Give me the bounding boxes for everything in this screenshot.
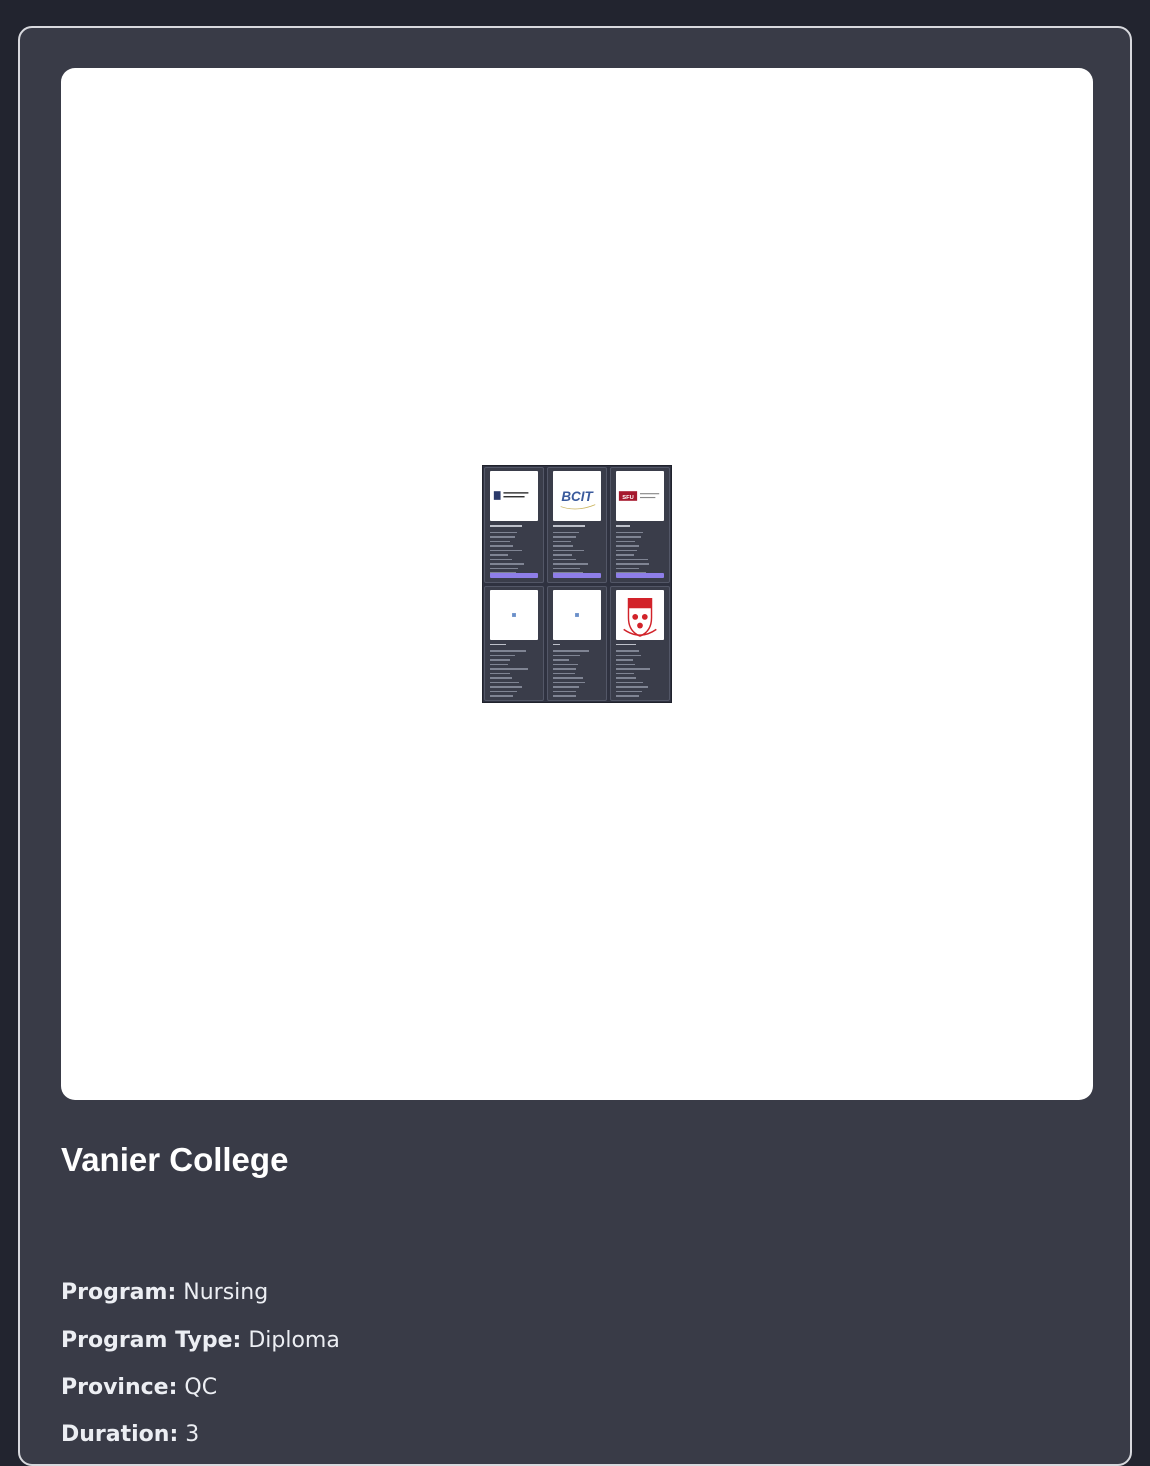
university-name: Vanier College [61, 1141, 289, 1178]
mini-card: BCIT [547, 467, 607, 583]
duration-value: 3 [185, 1422, 200, 1447]
placeholder-logo [553, 589, 601, 640]
province-label: Province: [61, 1375, 178, 1400]
duration-detail: Duration: 3 [61, 1422, 199, 1447]
mini-card [610, 585, 670, 701]
mini-card [484, 467, 544, 583]
placeholder-logo [490, 589, 538, 640]
province-detail: Province: QC [61, 1375, 217, 1400]
svg-text:BCIT: BCIT [561, 489, 594, 504]
university-crest-logo [490, 471, 538, 521]
program-label: Program: [61, 1280, 177, 1305]
province-value: QC [184, 1375, 218, 1400]
mini-card [547, 585, 607, 701]
program-type-value: Diploma [248, 1328, 340, 1353]
mini-card-button [553, 572, 601, 578]
mcgill-crest-logo [616, 589, 664, 640]
university-logo-image: BCIT SFU [61, 68, 1093, 1100]
program-type-detail: Program Type: Diploma [61, 1328, 340, 1353]
bcit-logo: BCIT [553, 471, 601, 521]
logo-thumbnail-screenshot: BCIT SFU [482, 465, 672, 703]
mini-card-button [616, 572, 664, 578]
svg-text:SFU: SFU [622, 495, 634, 501]
program-detail: Program: Nursing [61, 1280, 268, 1305]
duration-label: Duration: [61, 1422, 179, 1447]
program-type-label: Program Type: [61, 1328, 242, 1353]
mini-card: SFU [610, 467, 670, 583]
university-card: BCIT SFU Vanier College Program: Nursing… [18, 26, 1132, 1466]
mini-card [484, 585, 544, 701]
sfu-logo: SFU [616, 471, 664, 521]
mini-card-button [490, 572, 538, 578]
program-value: Nursing [183, 1280, 269, 1305]
